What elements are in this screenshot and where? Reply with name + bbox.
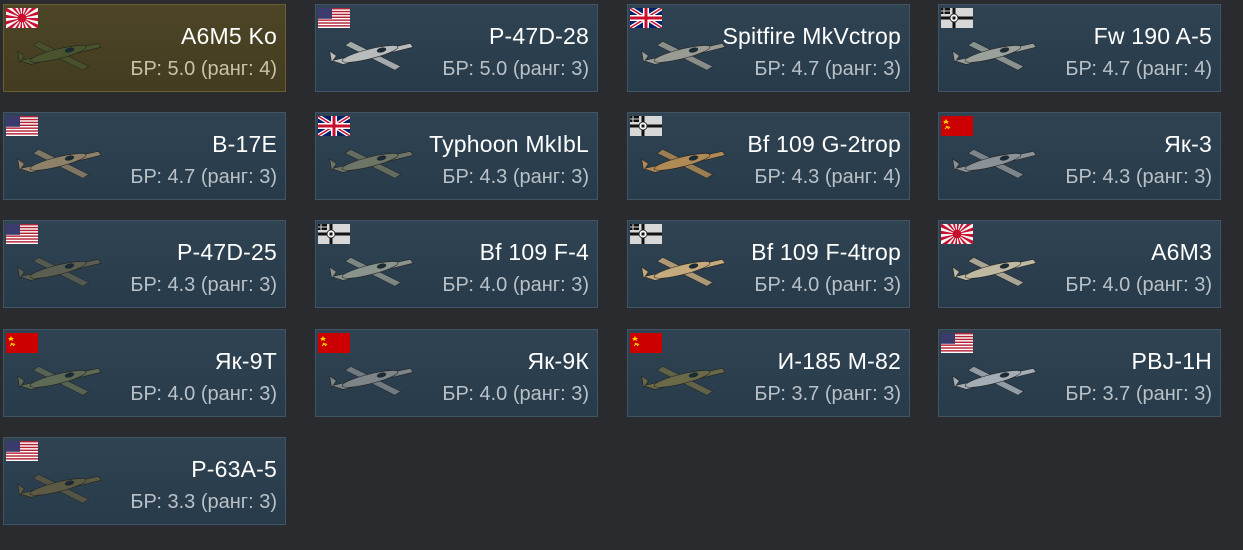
vehicle-name: Bf 109 G-2trop [747,131,901,157]
battle-rating: БР: 4.7 (ранг: 4) [1065,58,1212,80]
vehicle-name: Як-9К [527,348,589,374]
aircraft-icon [641,257,726,287]
vehicle-card[interactable]: Bf 109 G-2trop БР: 4.3 (ранг: 4) [627,112,910,200]
vehicle-card[interactable]: A6M5 Ko БР: 5.0 (ранг: 4) [3,4,286,92]
vehicle-name: P-47D-28 [488,23,589,49]
vehicle-name: Spitfire MkVctrop [722,23,901,49]
battle-rating: БР: 4.0 (ранг: 3) [442,274,589,296]
vehicle-name: P-47D-25 [176,239,277,265]
vehicle-card[interactable]: Bf 109 F-4trop БР: 4.0 (ранг: 3) [627,220,910,308]
battle-rating: БР: 4.3 (ранг: 3) [1065,166,1212,188]
aircraft-icon [329,257,414,287]
vehicle-card[interactable]: P-47D-25 БР: 4.3 (ранг: 3) [3,220,286,308]
vehicle-card[interactable]: И-185 М-82 БР: 3.7 (ранг: 3) [627,329,910,417]
battle-rating: БР: 4.3 (ранг: 4) [754,166,901,188]
battle-rating: БР: 5.0 (ранг: 4) [130,58,277,80]
aircraft-icon [952,366,1037,396]
vehicle-name: Typhoon MkIbL [429,131,589,157]
aircraft-icon [952,149,1037,179]
aircraft-icon [952,257,1037,287]
battle-rating: БР: 3.7 (ранг: 3) [754,383,901,405]
vehicle-card[interactable]: P-63A-5 БР: 3.3 (ранг: 3) [3,437,286,525]
vehicle-card[interactable]: P-47D-28 БР: 5.0 (ранг: 3) [315,4,598,92]
battle-rating: БР: 3.3 (ранг: 3) [130,491,277,513]
aircraft-icon [17,41,102,71]
battle-rating: БР: 4.0 (ранг: 3) [754,274,901,296]
aircraft-icon [641,366,726,396]
vehicle-name: Bf 109 F-4 [479,239,589,265]
aircraft-icon [17,474,102,504]
vehicle-name: B-17E [212,131,277,157]
battle-rating: БР: 5.0 (ранг: 3) [442,58,589,80]
battle-rating: БР: 4.0 (ранг: 3) [442,383,589,405]
aircraft-icon [329,366,414,396]
vehicle-card[interactable]: Bf 109 F-4 БР: 4.0 (ранг: 3) [315,220,598,308]
vehicle-name: PBJ-1H [1131,348,1212,374]
aircraft-icon [952,41,1037,71]
vehicle-card[interactable]: A6M3 БР: 4.0 (ранг: 3) [938,220,1221,308]
vehicle-grid: A6M5 Ko БР: 5.0 (ранг: 4) P-47D-28 БР: 5… [0,0,1243,550]
battle-rating: БР: 4.7 (ранг: 3) [130,166,277,188]
vehicle-card[interactable]: Як-9К БР: 4.0 (ранг: 3) [315,329,598,417]
battle-rating: БР: 4.0 (ранг: 3) [1065,274,1212,296]
vehicle-name: И-185 М-82 [777,348,901,374]
vehicle-name: Як-3 [1164,131,1212,157]
aircraft-icon [641,41,726,71]
vehicle-name: Як-9Т [214,348,277,374]
battle-rating: БР: 3.7 (ранг: 3) [1065,383,1212,405]
aircraft-icon [17,149,102,179]
vehicle-name: A6M5 Ko [180,23,277,49]
vehicle-name: A6M3 [1151,239,1212,265]
vehicle-name: Bf 109 F-4trop [751,239,901,265]
aircraft-icon [641,149,726,179]
vehicle-name: P-63A-5 [191,456,277,482]
battle-rating: БР: 4.7 (ранг: 3) [754,58,901,80]
vehicle-card[interactable]: Як-9Т БР: 4.0 (ранг: 3) [3,329,286,417]
battle-rating: БР: 4.0 (ранг: 3) [130,383,277,405]
vehicle-name: Fw 190 A-5 [1093,23,1212,49]
aircraft-icon [17,257,102,287]
vehicle-card[interactable]: Spitfire MkVctrop БР: 4.7 (ранг: 3) [627,4,910,92]
vehicle-card[interactable]: Fw 190 A-5 БР: 4.7 (ранг: 4) [938,4,1221,92]
aircraft-icon [329,149,414,179]
aircraft-icon [329,41,414,71]
vehicle-card[interactable]: B-17E БР: 4.7 (ранг: 3) [3,112,286,200]
vehicle-card[interactable]: Як-3 БР: 4.3 (ранг: 3) [938,112,1221,200]
vehicle-card[interactable]: Typhoon MkIbL БР: 4.3 (ранг: 3) [315,112,598,200]
vehicle-card[interactable]: PBJ-1H БР: 3.7 (ранг: 3) [938,329,1221,417]
battle-rating: БР: 4.3 (ранг: 3) [130,274,277,296]
battle-rating: БР: 4.3 (ранг: 3) [442,166,589,188]
aircraft-icon [17,366,102,396]
